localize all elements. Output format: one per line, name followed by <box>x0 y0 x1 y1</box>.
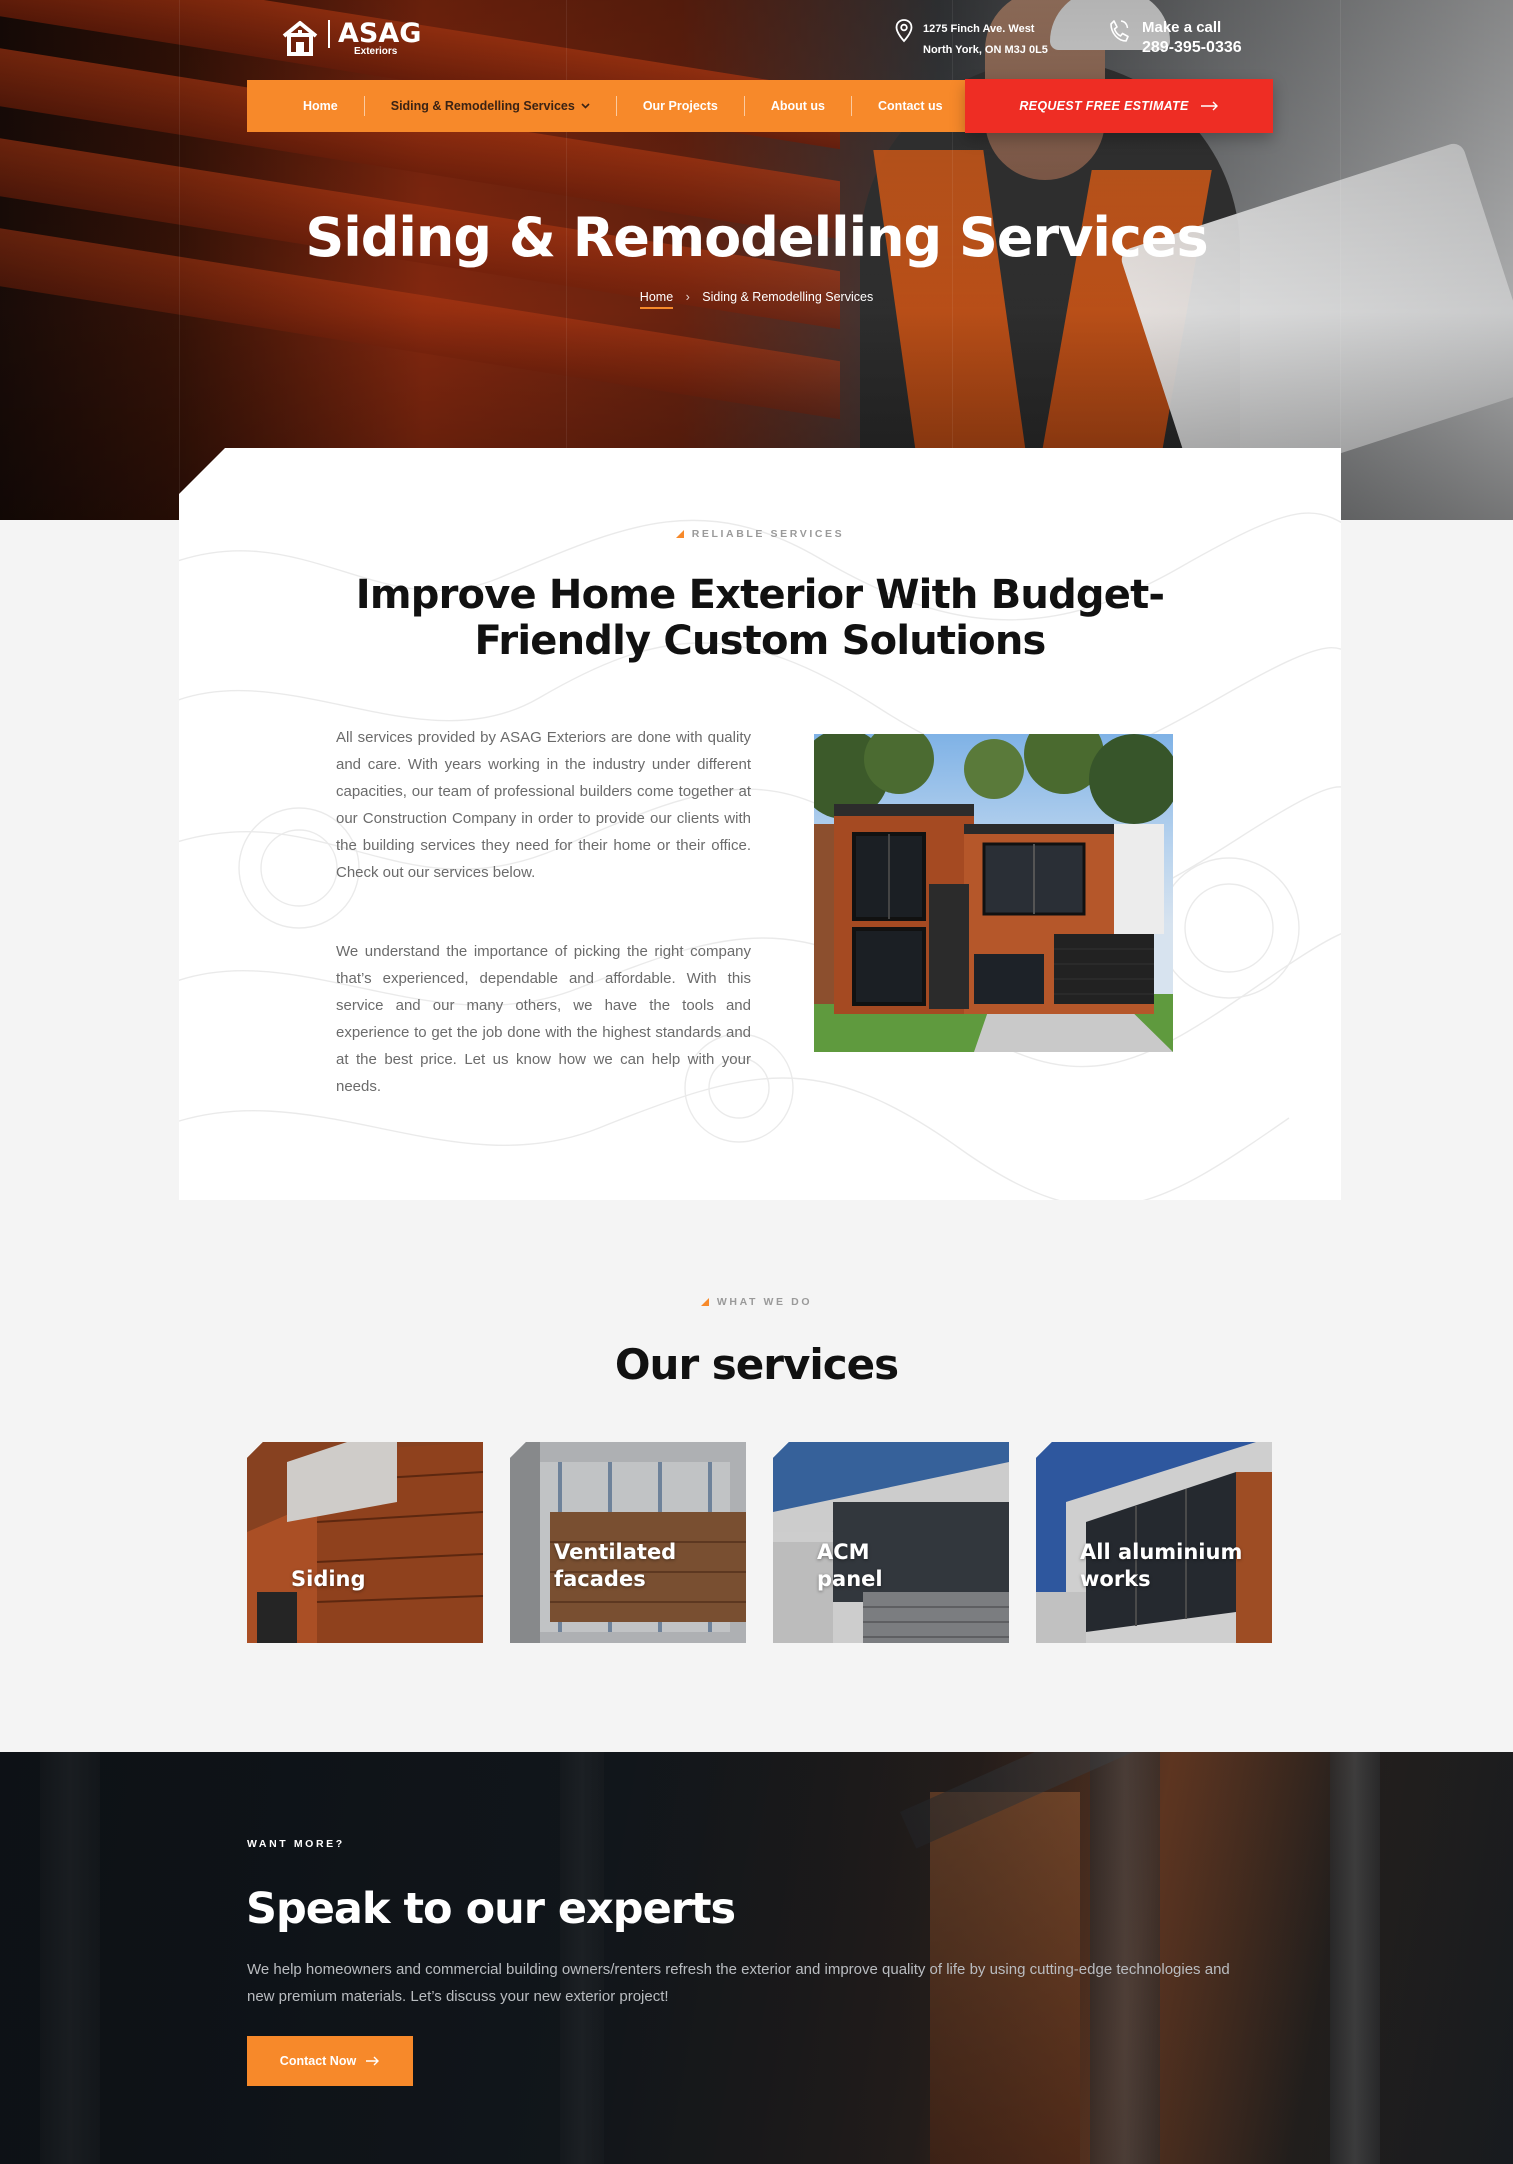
nav-item-contact[interactable]: Contact us <box>851 96 969 116</box>
card-overlay <box>247 1442 483 1643</box>
service-card-label: Siding <box>291 1566 366 1593</box>
cta-text: We help homeowners and commercial buildi… <box>247 1961 1230 2005</box>
service-card-label-line1: Ventilated <box>554 1540 677 1564</box>
nav-item-label: About us <box>770 99 826 113</box>
nav-item-projects[interactable]: Our Projects <box>615 96 744 116</box>
logo-wordmark: ASAG Exteriors <box>328 19 421 57</box>
breadcrumb-current: Siding & Remodelling Services <box>702 290 874 304</box>
header-address: 1275 Finch Ave. West North York, ON M3J … <box>895 19 1048 61</box>
service-card-label-line1: ACM <box>817 1540 870 1564</box>
service-card-aluminium-works[interactable]: All aluminium works <box>1036 1442 1272 1643</box>
accent-triangle-icon <box>700 1298 709 1306</box>
service-card-label: Ventilated facades <box>554 1539 676 1593</box>
address-line-2: North York, ON M3J 0L5 <box>923 44 1048 56</box>
address-text: 1275 Finch Ave. West North York, ON M3J … <box>923 19 1048 61</box>
call-number[interactable]: 289-395-0336 <box>1142 38 1242 58</box>
intro-eyebrow: RELIABLE SERVICES <box>179 528 1341 540</box>
logo-name: ASAG <box>328 19 421 48</box>
service-card-acm-panel[interactable]: ACM panel <box>773 1442 1009 1643</box>
contact-now-label: Contact Now <box>279 2054 357 2068</box>
phone-icon <box>1110 20 1129 42</box>
header-call[interactable]: Make a call 289-395-0336 <box>1108 18 1242 58</box>
service-card-label: All aluminium works <box>1080 1539 1242 1593</box>
house-illustration <box>814 734 1173 1052</box>
service-card-label-line1: Siding <box>291 1567 366 1591</box>
nav-item-home[interactable]: Home <box>247 96 364 116</box>
intro-heading-line1: Improve Home Exterior With Budget- <box>355 572 1165 618</box>
cta-title: Speak to our experts <box>246 1884 736 1934</box>
service-card-label-line2: panel <box>817 1567 883 1591</box>
page-title: Siding & Remodelling Services <box>305 206 1208 269</box>
service-card-label-line2: facades <box>554 1567 646 1591</box>
call-text: Make a call 289-395-0336 <box>1142 18 1242 58</box>
services-eyebrow: WHAT WE DO <box>0 1296 1513 1308</box>
intro-section: RELIABLE SERVICES Improve Home Exterior … <box>179 448 1341 1200</box>
chevron-down-icon <box>581 103 590 109</box>
breadcrumb: Home › Siding & Remodelling Services <box>0 290 1513 309</box>
intro-paragraph-2: We understand the importance of picking … <box>336 943 751 1095</box>
call-label: Make a call <box>1142 19 1222 36</box>
arrow-right-icon <box>366 2056 380 2066</box>
accent-triangle-icon <box>675 530 684 538</box>
nav-item-services[interactable]: Siding & Remodelling Services <box>363 96 616 116</box>
service-card-label-line2: works <box>1080 1567 1151 1591</box>
breadcrumb-home[interactable]: Home <box>639 290 674 309</box>
intro-paragraph-1: All services provided by ASAG Exteriors … <box>336 729 751 881</box>
address-line-1: 1275 Finch Ave. West <box>923 23 1035 35</box>
intro-heading-line2: Friendly Custom Solutions <box>474 618 1046 664</box>
contact-now-button[interactable]: Contact Now <box>247 2036 413 2086</box>
request-estimate-button[interactable]: REQUEST FREE ESTIMATE <box>965 79 1273 133</box>
house-logo-icon <box>282 21 318 56</box>
nav-item-about[interactable]: About us <box>743 96 851 116</box>
location-pin-icon <box>895 19 913 43</box>
modern-house-image <box>814 734 1173 1052</box>
service-card-siding[interactable]: Siding <box>247 1442 483 1643</box>
services-eyebrow-text: WHAT WE DO <box>716 1296 813 1308</box>
cta-kicker: WANT MORE? <box>247 1838 345 1850</box>
request-estimate-label: REQUEST FREE ESTIMATE <box>1019 99 1189 113</box>
card-overlay <box>773 1442 1009 1643</box>
nav-item-label: Home <box>303 99 338 113</box>
arrow-right-icon <box>1200 101 1218 111</box>
service-card-ventilated-facades[interactable]: Ventilated facades <box>510 1442 746 1643</box>
nav-item-label: Siding & Remodelling Services <box>390 99 575 113</box>
services-title: Our services <box>614 1340 899 1389</box>
service-card-label-line1: All aluminium <box>1080 1540 1243 1564</box>
nav-item-label: Contact us <box>878 99 943 113</box>
intro-eyebrow-text: RELIABLE SERVICES <box>691 528 845 540</box>
site-logo[interactable]: ASAG Exteriors <box>280 18 421 58</box>
nav-item-label: Our Projects <box>642 99 718 113</box>
service-card-label: ACM panel <box>817 1539 883 1593</box>
intro-heading: Improve Home Exterior With Budget- Frien… <box>179 572 1341 664</box>
breadcrumb-separator-icon: › <box>685 290 690 304</box>
cta-section: WANT MORE? Speak to our experts We help … <box>0 1752 1513 2164</box>
